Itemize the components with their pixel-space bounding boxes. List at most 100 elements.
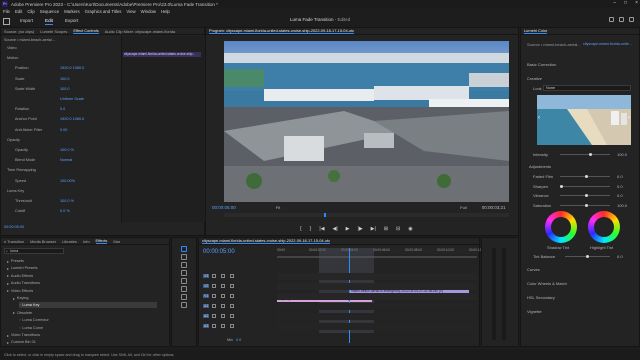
lock-icon[interactable] xyxy=(212,304,217,308)
export-frame-icon[interactable]: ◉ xyxy=(408,226,412,232)
ec-row-value[interactable]: 0.0 xyxy=(60,107,65,111)
section-hsl-secondary[interactable]: HSL Secondary xyxy=(527,295,555,300)
section-color-wheels[interactable]: Color Wheels & Match xyxy=(527,281,567,286)
ec-row-value[interactable]: Uniform Scale xyxy=(60,97,84,101)
ec-row[interactable]: Motion xyxy=(5,55,119,61)
menu-sequence[interactable]: Sequence xyxy=(40,9,59,14)
eye-icon[interactable] xyxy=(230,324,235,328)
lock-icon[interactable] xyxy=(212,324,217,328)
ec-row[interactable]: Uniform Scale xyxy=(5,96,119,102)
track-label[interactable]: V2 xyxy=(203,284,210,288)
ec-row-value[interactable]: 100.0 xyxy=(60,87,70,91)
tab-audio-clip-mixer[interactable]: Audio Clip Mixer: cityscape-miami-florid… xyxy=(105,29,175,34)
sync-icon[interactable] xyxy=(221,274,226,278)
eye-icon[interactable] xyxy=(230,294,235,298)
track-lane[interactable] xyxy=(277,303,477,310)
razor-tool-icon[interactable] xyxy=(181,270,187,276)
menu-graphics[interactable]: Graphics and Titles xyxy=(85,9,122,14)
minimize-icon[interactable]: – xyxy=(613,0,616,6)
lock-icon[interactable] xyxy=(212,294,217,298)
tint-balance-value[interactable]: 0.0 xyxy=(617,254,623,259)
effects-tree-item[interactable]: ▸ Obsolete xyxy=(13,310,157,316)
tab-effects[interactable]: Effects xyxy=(95,238,108,244)
tab-markers[interactable]: Mar xyxy=(113,239,120,244)
ec-row-value[interactable]: 100.00% xyxy=(60,179,75,183)
track-header[interactable]: A1 xyxy=(203,302,275,310)
tab-import[interactable]: Import xyxy=(20,18,33,24)
type-tool-icon[interactable] xyxy=(181,302,187,308)
effects-tree-item[interactable]: ▸ Custom Bin 01 xyxy=(7,339,157,345)
lock-icon[interactable] xyxy=(212,284,217,288)
maximize-icon[interactable]: □ xyxy=(624,0,627,6)
adjustment-value[interactable]: 0.0 xyxy=(617,184,623,189)
adjustment-value[interactable]: 0.0 xyxy=(617,193,623,198)
fullscreen-icon[interactable] xyxy=(629,17,634,22)
ec-row-value[interactable]: 1920.0 1080.0 xyxy=(60,66,84,70)
ec-row[interactable]: Blend Mode Normal xyxy=(5,157,119,163)
look-next-icon[interactable]: › xyxy=(628,115,630,121)
track-lane[interactable] xyxy=(277,273,477,280)
adjustments-label[interactable]: Adjustments xyxy=(529,164,551,169)
track-lane[interactable] xyxy=(277,293,477,300)
track-header[interactable]: A3 xyxy=(203,322,275,330)
quick-export-icon[interactable] xyxy=(609,17,614,22)
adjustment-slider[interactable] xyxy=(560,175,610,178)
tab-source[interactable]: Source: (no clips) xyxy=(4,29,34,34)
track-label[interactable]: V3 xyxy=(203,274,210,278)
ec-row-value[interactable]: 0.0 % xyxy=(60,209,70,213)
tab-program[interactable]: Program: cityscape-miami-florida-united-… xyxy=(209,28,355,34)
step-back-icon[interactable]: ◀| xyxy=(333,226,338,232)
program-playhead[interactable] xyxy=(324,213,326,217)
tab-lumetri-scopes[interactable]: Lumetri Scopes xyxy=(40,29,67,34)
effects-tree-item[interactable]: ▸ Keying xyxy=(13,295,157,301)
ec-row[interactable]: Scale 100.0 xyxy=(5,76,119,82)
ec-footer-timecode[interactable]: 00:00:05:00 xyxy=(4,224,24,230)
timeline-ruler[interactable]: 00:0000:00:02:0000:00:04:0000:00:06:0000… xyxy=(277,248,486,254)
lumetri-clip[interactable]: cityscape-miami-florida-unite... xyxy=(583,42,632,46)
program-scrub-bar[interactable] xyxy=(224,213,509,217)
timeline-timecode[interactable]: 00:00:05:00 xyxy=(203,249,235,255)
lock-icon[interactable] xyxy=(212,274,217,278)
tab-libraries[interactable]: Libraries xyxy=(62,239,77,244)
ec-row[interactable]: Position 1920.0 1080.0 xyxy=(5,65,119,71)
slip-tool-icon[interactable] xyxy=(181,278,187,284)
shadow-tint-wheel[interactable] xyxy=(545,211,577,243)
home-icon[interactable] xyxy=(3,17,10,25)
look-prev-icon[interactable]: ‹ xyxy=(538,115,540,121)
menu-edit[interactable]: Edit xyxy=(15,9,22,14)
effects-tree-item[interactable]: ▫ Luma Key xyxy=(19,302,157,309)
ec-row[interactable]: Threshold 100.0 % xyxy=(5,198,119,204)
track-label[interactable]: V1 xyxy=(203,294,210,298)
highlight-tint-wheel[interactable] xyxy=(588,211,620,243)
tint-balance-slider[interactable] xyxy=(565,255,610,258)
track-header[interactable]: V2 xyxy=(203,282,275,290)
ec-row-value[interactable]: 100.0 % xyxy=(60,148,74,152)
ec-row[interactable]: Opacity 100.0 % xyxy=(5,147,119,153)
tab-media-browser[interactable]: Media Browser xyxy=(30,239,56,244)
track-lane[interactable] xyxy=(277,323,477,330)
effects-tree-item[interactable]: ▸ Presets xyxy=(7,258,157,264)
lock-icon[interactable] xyxy=(212,314,217,318)
section-creative[interactable]: Creative xyxy=(527,76,542,81)
eye-icon[interactable] xyxy=(230,274,235,278)
adjustment-slider[interactable] xyxy=(560,184,610,188)
overwrite-icon[interactable]: ⊟ xyxy=(396,226,400,232)
effects-tree-item[interactable]: ▸ Audio Transitions xyxy=(7,280,157,286)
play-icon[interactable]: ▶ xyxy=(346,226,350,232)
effects-tree-item[interactable]: ▫ Luma Curve xyxy=(19,325,157,331)
track-header[interactable]: V1 xyxy=(203,292,275,300)
intensity-slider[interactable] xyxy=(560,153,610,156)
menu-view[interactable]: View xyxy=(126,9,135,14)
adjustment-value[interactable]: 0.0 xyxy=(617,174,623,179)
ec-row-value[interactable]: 0.00 xyxy=(60,128,67,132)
track-label[interactable]: A1 xyxy=(203,304,210,308)
section-vignette[interactable]: Vignette xyxy=(527,309,542,314)
tab-sequence[interactable]: cityscape-miami-florida-united-states-cr… xyxy=(202,238,331,244)
effects-tree-item[interactable]: ▸ Lumetri Presets xyxy=(7,265,157,271)
close-icon[interactable]: × xyxy=(635,0,638,6)
ec-row-value[interactable]: 100.0 xyxy=(60,77,70,81)
tab-info[interactable]: Info xyxy=(83,239,90,244)
quality-dropdown[interactable]: Full xyxy=(460,205,466,210)
tab-export[interactable]: Export xyxy=(65,18,78,24)
hand-tool-icon[interactable] xyxy=(181,294,187,300)
